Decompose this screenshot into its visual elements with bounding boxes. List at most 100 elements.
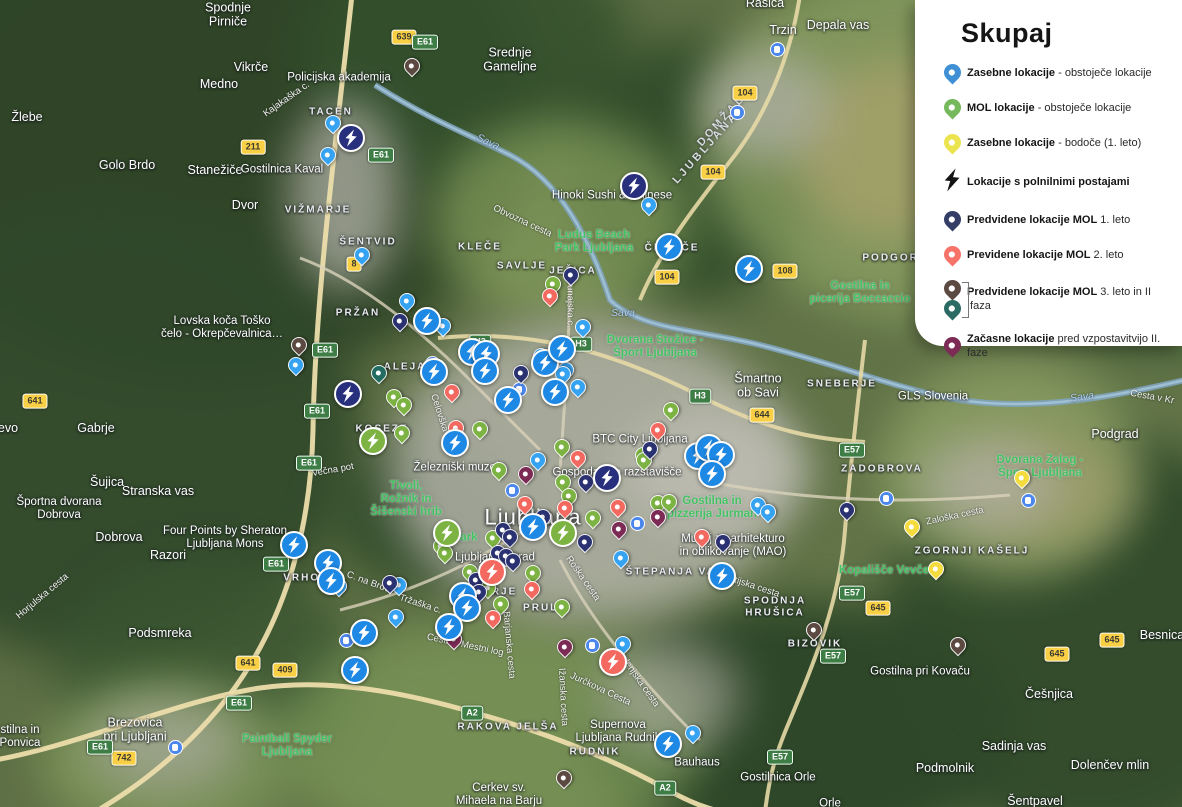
location-pin-brown[interactable] [291, 337, 307, 353]
map[interactable]: SpodnjePirničeVikrčeMednoŽlebeGolo BrdoS… [0, 0, 1182, 807]
legend-item: Previdene lokacije MOL 2. leto [937, 245, 1172, 267]
pin-shape [391, 422, 414, 445]
location-pin-blue[interactable] [288, 357, 304, 373]
charging-station-marker[interactable] [317, 567, 345, 595]
pin-shape [947, 634, 970, 657]
location-pin-blue[interactable] [613, 550, 629, 566]
location-pin-navy[interactable] [839, 502, 855, 518]
transit-station-icon[interactable] [770, 42, 785, 57]
location-pin-blue[interactable] [325, 115, 341, 131]
location-pin-yellow[interactable] [904, 519, 920, 535]
charging-station-marker[interactable] [654, 730, 682, 758]
location-pin-green[interactable] [554, 439, 570, 455]
location-pin-maroon[interactable] [518, 466, 534, 482]
transit-station-icon[interactable] [879, 491, 894, 506]
pin-shape [554, 636, 577, 659]
charging-station-marker[interactable] [599, 648, 627, 676]
location-pin-red[interactable] [524, 581, 540, 597]
transit-station-icon[interactable] [630, 516, 645, 531]
location-pin-navy[interactable] [382, 575, 398, 591]
location-pin-navy[interactable] [578, 474, 594, 490]
pin-shape [488, 459, 511, 482]
charging-station-marker[interactable] [655, 233, 683, 261]
location-pin-red[interactable] [694, 529, 710, 545]
location-pin-blue[interactable] [320, 147, 336, 163]
transit-station-icon[interactable] [585, 638, 600, 653]
location-pin-maroon[interactable] [650, 509, 666, 525]
transit-station-icon[interactable] [168, 740, 183, 755]
location-pin-red[interactable] [542, 288, 558, 304]
transit-station-icon[interactable] [1021, 493, 1036, 508]
legend-pin-icon [937, 64, 967, 84]
location-pin-green[interactable] [661, 494, 677, 510]
charging-station-marker[interactable] [341, 656, 369, 684]
charging-station-marker[interactable] [698, 460, 726, 488]
charging-station-marker[interactable] [494, 386, 522, 414]
location-pin-green[interactable] [437, 545, 453, 561]
charging-station-marker[interactable] [441, 429, 469, 457]
location-pin-red[interactable] [517, 496, 533, 512]
charging-station-marker[interactable] [471, 357, 499, 385]
location-pin-navy[interactable] [563, 267, 579, 283]
charging-station-marker[interactable] [735, 255, 763, 283]
charging-station-marker[interactable] [519, 513, 547, 541]
charging-station-marker[interactable] [337, 124, 365, 152]
charging-station-marker[interactable] [549, 519, 577, 547]
location-pin-navy[interactable] [642, 441, 658, 457]
charging-station-marker[interactable] [478, 558, 506, 586]
location-pin-maroon[interactable] [611, 521, 627, 537]
location-pin-navy[interactable] [505, 553, 521, 569]
charging-station-marker[interactable] [708, 562, 736, 590]
location-pin-blue[interactable] [570, 379, 586, 395]
charging-station-marker[interactable] [593, 464, 621, 492]
pin-shape [551, 596, 574, 619]
charging-station-marker[interactable] [548, 335, 576, 363]
location-pin-brown[interactable] [556, 770, 572, 786]
transit-station-icon[interactable] [730, 105, 745, 120]
charging-station-marker[interactable] [541, 378, 569, 406]
location-pin-blue[interactable] [399, 293, 415, 309]
location-pin-red[interactable] [444, 384, 460, 400]
location-pin-blue[interactable] [641, 197, 657, 213]
location-pin-blue[interactable] [354, 247, 370, 263]
location-pin-green[interactable] [491, 462, 507, 478]
location-pin-navy[interactable] [513, 365, 529, 381]
location-pin-green[interactable] [663, 402, 679, 418]
location-pin-blue[interactable] [388, 609, 404, 625]
location-pin-blue[interactable] [760, 504, 776, 520]
location-pin-green[interactable] [394, 425, 410, 441]
location-pin-red[interactable] [557, 500, 573, 516]
location-pin-red[interactable] [610, 499, 626, 515]
location-pin-red[interactable] [485, 610, 501, 626]
location-pin-yellow[interactable] [928, 561, 944, 577]
charging-station-marker[interactable] [350, 619, 378, 647]
charging-station-marker[interactable] [359, 427, 387, 455]
location-pin-blue[interactable] [685, 725, 701, 741]
location-pin-green[interactable] [525, 565, 541, 581]
location-pin-navy[interactable] [392, 313, 408, 329]
legend-pin-icon [937, 246, 967, 266]
charging-station-marker[interactable] [620, 172, 648, 200]
location-pin-green[interactable] [585, 510, 601, 526]
location-pin-brown[interactable] [950, 637, 966, 653]
charging-station-marker[interactable] [420, 358, 448, 386]
charging-station-marker[interactable] [413, 307, 441, 335]
location-pin-red[interactable] [650, 422, 666, 438]
location-pin-navy[interactable] [577, 534, 593, 550]
charging-station-marker[interactable] [433, 519, 461, 547]
location-pin-green[interactable] [472, 421, 488, 437]
location-pin-yellow[interactable] [1014, 470, 1030, 486]
location-pin-navy[interactable] [502, 529, 518, 545]
location-pin-green[interactable] [396, 397, 412, 413]
location-pin-brown[interactable] [404, 58, 420, 74]
location-pin-brown[interactable] [806, 622, 822, 638]
charging-station-marker[interactable] [280, 531, 308, 559]
location-pin-green[interactable] [554, 599, 570, 615]
location-pin-maroon[interactable] [557, 639, 573, 655]
location-pin-teal[interactable] [371, 365, 387, 381]
location-pin-red[interactable] [570, 450, 586, 466]
location-pin-navy[interactable] [715, 534, 731, 550]
charging-station-marker[interactable] [435, 613, 463, 641]
charging-station-marker[interactable] [334, 380, 362, 408]
location-pin-blue[interactable] [575, 319, 591, 335]
